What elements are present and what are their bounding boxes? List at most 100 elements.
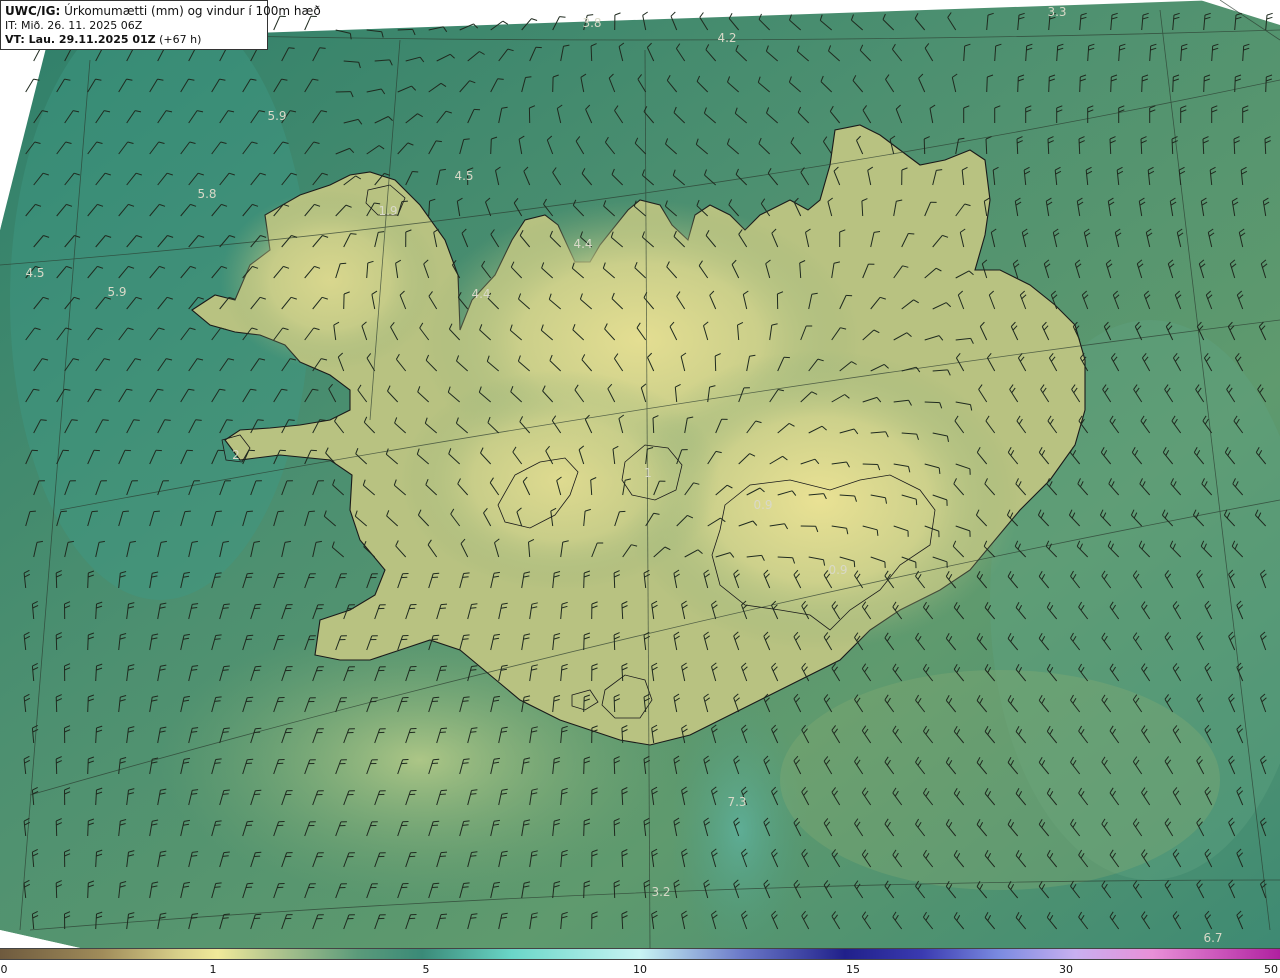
field-teal-streak (670, 700, 810, 948)
wind-barb-staff (862, 463, 878, 465)
wind-barb-feather (876, 529, 879, 536)
wind-barb-feather (470, 917, 477, 919)
wind-barb-feather (462, 824, 469, 826)
wind-barb-feather (215, 696, 222, 698)
colorbar-tick: 50 (1264, 963, 1278, 976)
wind-barb-feather (433, 634, 440, 637)
colorbar: 0 1 5 10 15 30 50 (0, 948, 1280, 978)
wind-barb-feather (502, 20, 509, 25)
wind-barb-staff (397, 28, 413, 31)
precip-value-label: 1.9 (378, 204, 398, 218)
precip-value-label: 0.9 (828, 563, 848, 577)
issue-time: IT: Mið. 26. 11. 2025 06Z (5, 19, 143, 32)
wind-barb-staff (583, 572, 585, 589)
wind-barb-staff (87, 572, 89, 589)
wind-barb-feather (471, 665, 478, 667)
wind-barb-staff (583, 820, 585, 837)
wind-barb-staff (613, 820, 616, 837)
wind-barb-feather (71, 419, 78, 421)
wind-barb-feather (215, 758, 222, 760)
wind-barb-staff (87, 820, 89, 837)
wind-barb-feather (246, 510, 253, 513)
colorbar-tick: 15 (846, 963, 860, 976)
wind-barb-staff (1233, 138, 1236, 155)
wind-barb-staff (490, 138, 492, 155)
wind-barb-feather (439, 669, 446, 671)
wind-barb-feather (40, 419, 47, 421)
wind-barb-feather (440, 851, 448, 854)
wind-barb-feather (440, 789, 448, 792)
wind-barb-feather (223, 665, 230, 668)
wind-barb-feather (642, 11, 648, 16)
precip-value-label: 4.5 (25, 266, 45, 280)
wind-barb-feather (462, 762, 469, 764)
wind-barb-feather (340, 262, 347, 265)
wind-barb-feather (412, 171, 419, 173)
wind-barb-feather (223, 727, 230, 730)
precip-value-label: 6.7 (1203, 931, 1223, 945)
wind-barb-feather (214, 762, 221, 764)
forecast-offset: (+67 h) (159, 33, 202, 46)
wind-barb-feather (440, 913, 448, 916)
wind-barb-feather (60, 510, 67, 513)
wind-barb-feather (463, 138, 470, 140)
precip-value-label: 3.3 (1047, 5, 1067, 19)
wind-barb-feather (184, 510, 191, 513)
product-name: UWC/IG: (5, 4, 61, 18)
wind-barb-feather (470, 669, 477, 671)
map-title: Úrkomumætti (mm) og vindur í 100m hæð (64, 4, 321, 18)
map-canvas (0, 0, 1280, 948)
wind-barb-staff (613, 882, 616, 899)
wind-barb-feather (439, 607, 446, 609)
wind-barb-feather (433, 820, 440, 823)
wind-barb-staff (87, 758, 89, 775)
wind-barb-feather (470, 855, 477, 857)
valid-time-line: VT: Lau. 29.11.2025 01Z (+67 h) (5, 33, 263, 47)
wind-barb-feather (462, 638, 469, 640)
dry-core-west (220, 190, 440, 370)
wind-barb-feather (308, 510, 315, 513)
wind-barb-feather (226, 419, 233, 421)
wind-barb-feather (215, 820, 222, 822)
wind-barb-staff (1140, 138, 1143, 155)
wind-barb-staff (923, 138, 926, 155)
wind-barb-staff (1172, 76, 1174, 93)
wind-barb-feather (223, 913, 230, 916)
wind-barb-feather (195, 419, 202, 421)
precip-value-label: 5.9 (267, 109, 287, 123)
wind-barb-feather (915, 499, 918, 506)
map-title-box: UWC/IG: Úrkomumætti (mm) og vindur í 100… (0, 0, 321, 50)
precip-value-label: 3.8 (582, 16, 602, 30)
wind-barb-feather (471, 603, 478, 605)
wind-barb-feather (319, 47, 326, 49)
wind-barb-feather (214, 576, 221, 578)
wind-barb-staff (87, 634, 89, 651)
wind-barb-feather (222, 731, 229, 733)
wind-barb-staff (583, 882, 585, 899)
precip-value-label: 1 (644, 466, 652, 480)
wind-barb-staff (1110, 76, 1112, 93)
wind-barb-feather (470, 793, 477, 795)
wind-barb-feather (223, 789, 230, 792)
colorbar-tick: 30 (1059, 963, 1073, 976)
wind-barb-staff (1047, 138, 1050, 155)
wind-barb-feather (439, 793, 446, 795)
wind-barb-feather (433, 696, 440, 699)
wind-barb-staff (583, 758, 585, 775)
wind-barb-feather (463, 820, 470, 822)
wind-barb-staff (1141, 76, 1143, 93)
colorbar-tick: 0 (0, 963, 8, 976)
wind-barb-feather (222, 669, 229, 671)
wind-barb-feather (462, 886, 469, 888)
precip-value-label: 4.4 (573, 237, 593, 251)
wind-barb-feather (463, 882, 470, 884)
wind-barb-staff (583, 696, 585, 713)
precip-value-label: 5.8 (197, 187, 217, 201)
wind-barb-feather (214, 700, 221, 702)
wind-barb-staff (1109, 138, 1112, 155)
colorbar-tick: 5 (422, 963, 430, 976)
wind-barb-feather (471, 851, 478, 853)
wind-barb-feather (440, 727, 448, 730)
precip-value-label: 7.3 (727, 795, 747, 809)
wind-barb-feather (470, 607, 477, 609)
